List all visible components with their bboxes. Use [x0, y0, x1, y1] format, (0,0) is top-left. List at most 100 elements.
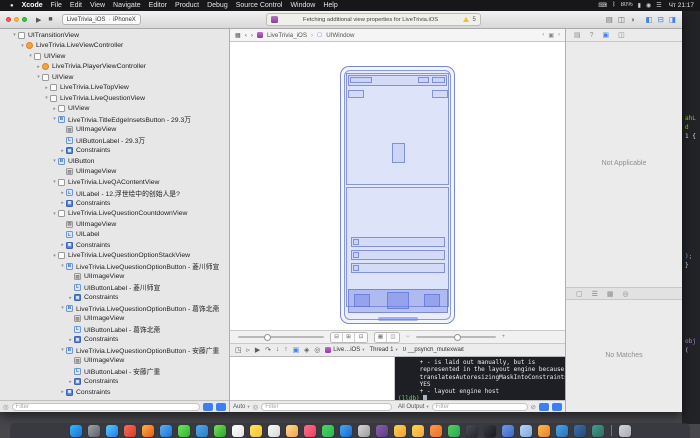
tree-row[interactable]: ▾LiveTrivia.LiveQuestionOptionStackView: [0, 251, 229, 262]
wireframe-view[interactable]: [351, 263, 445, 273]
dock-icon-slack[interactable]: [376, 425, 388, 437]
disclosure-icon[interactable]: ▸: [59, 242, 66, 248]
zoom-window-button[interactable]: [22, 17, 27, 22]
dock-icon-app-store[interactable]: [340, 425, 352, 437]
nearby-icon[interactable]: ▢: [576, 290, 583, 298]
dock-icon-spotify[interactable]: [322, 425, 334, 437]
tree-row[interactable]: ▾LiveTrivia.LiveQAContentView: [0, 177, 229, 188]
prev-item-icon[interactable]: ‹: [542, 32, 544, 39]
dock-icon-sourcetree[interactable]: [574, 425, 586, 437]
dock-icon-reminders[interactable]: [268, 425, 280, 437]
disclosure-icon[interactable]: ▸: [51, 106, 58, 112]
dock-icon-system-preferences[interactable]: [358, 425, 370, 437]
battery-level[interactable]: 80%: [621, 2, 633, 9]
tree-row[interactable]: LUIButtonLabel - 29.3万: [0, 135, 229, 146]
disclosure-icon[interactable]: ▾: [51, 179, 58, 185]
tree-row[interactable]: ▸LiveTrivia.LiveTopView: [0, 83, 229, 94]
menu-item-edit[interactable]: Edit: [66, 2, 86, 9]
navigator-filter-field[interactable]: Filter: [12, 403, 200, 411]
tree-row[interactable]: ▾BLiveTrivia.TitleEdgeInsetsButton - 29.…: [0, 114, 229, 125]
wireframe-view[interactable]: [353, 252, 359, 258]
view-mode-segment[interactable]: ⊞: [343, 333, 355, 342]
dock-icon-calendar[interactable]: [232, 425, 244, 437]
view-debugger-canvas[interactable]: [230, 42, 565, 330]
bluetooth-icon[interactable]: ᛒ: [612, 2, 616, 9]
keyboard-icon[interactable]: ⌨: [598, 2, 607, 9]
dock-icon-facetime[interactable]: [214, 425, 226, 437]
process-chip[interactable]: Live…iOS ▾: [325, 347, 364, 353]
disclosure-icon[interactable]: ▾: [59, 263, 66, 269]
spacing-slider[interactable]: [238, 336, 324, 338]
tree-row[interactable]: ▸⊞Constraints: [0, 240, 229, 251]
counterparts-icon[interactable]: ▣: [548, 32, 554, 39]
dock-icon-simulator[interactable]: [520, 425, 532, 437]
wireframe-view[interactable]: [432, 77, 445, 83]
canvas-option-button[interactable]: ◫: [387, 333, 399, 342]
variables-view[interactable]: [230, 356, 395, 400]
view-mode-segment[interactable]: ⊡: [355, 333, 367, 342]
tree-row[interactable]: ▾LiveTrivia.LiveViewController: [0, 41, 229, 52]
back-icon[interactable]: ‹: [245, 32, 247, 39]
view-debugger-icon[interactable]: ▣: [293, 346, 299, 354]
thread-selector[interactable]: Thread 1 ▾: [369, 347, 397, 353]
grid-icon[interactable]: ▦: [607, 290, 614, 298]
tree-row[interactable]: ▨UIImageView: [0, 219, 229, 230]
show-console-toggle[interactable]: [552, 403, 562, 411]
tree-row[interactable]: ▨UIImageView: [0, 125, 229, 136]
location-icon[interactable]: ◎: [314, 346, 320, 354]
wireframe-view[interactable]: [392, 143, 405, 163]
assistant-editor-icon[interactable]: ◫: [618, 15, 625, 24]
zoom-slider[interactable]: [416, 336, 496, 338]
file-inspector-icon[interactable]: ▤: [574, 31, 581, 39]
tree-row[interactable]: ▾UIView: [0, 72, 229, 83]
menu-bar-clock[interactable]: Чт 21:17: [667, 2, 694, 9]
background-editor-window[interactable]: ahLd1 {);}obj(: [682, 11, 700, 424]
dock-icon-android-studio[interactable]: [592, 425, 604, 437]
list-icon[interactable]: ☰: [592, 290, 598, 298]
dock-icon-music[interactable]: [304, 425, 316, 437]
tree-row[interactable]: ▸⊞Constraints: [0, 377, 229, 388]
view-mode-segment[interactable]: ⊟: [331, 333, 343, 342]
related-items-icon[interactable]: ▦: [235, 32, 241, 39]
target-icon[interactable]: ◎: [623, 290, 629, 298]
tree-row[interactable]: ▸UIView: [0, 104, 229, 115]
dock-icon-sketch[interactable]: [394, 425, 406, 437]
menu-item-source-control[interactable]: Source Control: [232, 2, 287, 9]
step-out-icon[interactable]: ↑: [284, 346, 287, 354]
tree-row[interactable]: ▾LiveTrivia.LiveQuestionCountdownView: [0, 209, 229, 220]
dock-icon-postman[interactable]: [430, 425, 442, 437]
disclosure-icon[interactable]: ▾: [51, 253, 58, 259]
dock-icon-launchpad[interactable]: [88, 425, 100, 437]
menu-item-debug[interactable]: Debug: [203, 2, 232, 9]
menu-item-product[interactable]: Product: [171, 2, 203, 9]
dock-icon-vscode[interactable]: [556, 425, 568, 437]
hide-debug-area-icon[interactable]: ◳: [235, 346, 241, 354]
tree-row[interactable]: LUILabel: [0, 230, 229, 241]
tree-row[interactable]: LUIButtonLabel - 安藤广重: [0, 366, 229, 377]
inspector-panel-icon[interactable]: ◨: [669, 15, 676, 24]
clear-console-icon[interactable]: ⊘: [531, 403, 536, 411]
menu-item-view[interactable]: View: [86, 2, 109, 9]
tree-row[interactable]: ▾UITransitionView: [0, 30, 229, 41]
disclosure-icon[interactable]: ▸: [43, 85, 50, 91]
notification-center-icon[interactable]: ☰: [656, 2, 661, 9]
wireframe-view[interactable]: [432, 90, 448, 98]
menu-item-navigate[interactable]: Navigate: [109, 2, 145, 9]
disclosure-icon[interactable]: ▸: [35, 64, 42, 70]
dock-icon-finder[interactable]: [70, 425, 82, 437]
menu-item-help[interactable]: Help: [319, 2, 341, 9]
canvas-option-button[interactable]: ▦: [375, 333, 387, 342]
size-inspector-icon[interactable]: ◫: [618, 31, 625, 39]
wireframe-view[interactable]: [354, 294, 370, 307]
wireframe-view[interactable]: [353, 265, 359, 271]
tree-row[interactable]: ▾BLiveTrivia.LiveQuestionOptionButton - …: [0, 345, 229, 356]
wireframe-view[interactable]: [351, 237, 445, 247]
tree-row[interactable]: ▾BLiveTrivia.LiveQuestionOptionButton - …: [0, 261, 229, 272]
disclosure-icon[interactable]: ▸: [59, 389, 66, 395]
tree-row[interactable]: ▾BUIButton: [0, 156, 229, 167]
wireframe-device[interactable]: [340, 66, 455, 324]
flat-view-icon[interactable]: ◎: [253, 403, 259, 411]
output-selector[interactable]: All Output ▾: [398, 404, 429, 410]
disclosure-icon[interactable]: ▾: [51, 116, 58, 122]
next-item-icon[interactable]: ›: [558, 32, 560, 39]
